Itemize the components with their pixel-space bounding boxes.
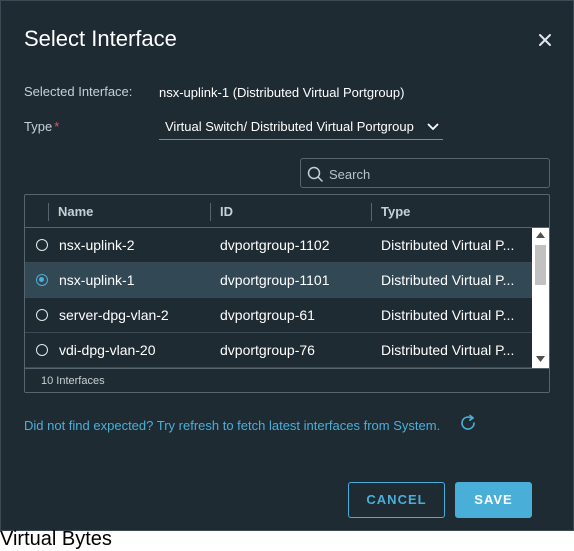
close-icon (539, 34, 551, 46)
row-radio[interactable] (36, 274, 48, 286)
select-interface-dialog: Select Interface Selected Interface: nsx… (0, 0, 574, 531)
cell-name: vdi-dpg-vlan-20 (59, 342, 156, 358)
save-button[interactable]: SAVE (455, 482, 532, 518)
table-row[interactable]: vdi-dpg-vlan-20 dvportgroup-76 Distribut… (25, 333, 532, 368)
selected-interface-label: Selected Interface: (24, 84, 133, 99)
column-separator (371, 203, 372, 221)
cell-type: Distributed Virtual P... (381, 272, 515, 288)
column-separator (48, 203, 49, 221)
cell-name: server-dpg-vlan-2 (59, 307, 169, 323)
cancel-button[interactable]: CANCEL (348, 482, 445, 518)
row-radio[interactable] (36, 309, 48, 321)
watermark-text: Virtual Bytes (0, 528, 112, 550)
scroll-down-arrow-icon (536, 356, 545, 362)
refresh-icon[interactable] (457, 412, 479, 434)
row-radio[interactable] (36, 344, 48, 356)
search-box[interactable] (300, 158, 550, 188)
grid-rows: nsx-uplink-2 dvportgroup-1102 Distribute… (25, 228, 532, 368)
column-header-name[interactable]: Name (58, 204, 93, 219)
cell-name: nsx-uplink-2 (59, 237, 135, 253)
cell-id: dvportgroup-61 (220, 307, 315, 323)
required-mark: * (54, 119, 60, 134)
search-icon (307, 166, 323, 182)
column-separator (210, 203, 211, 221)
scroll-up-arrow-icon (536, 232, 545, 238)
table-row[interactable]: nsx-uplink-1 dvportgroup-1101 Distribute… (25, 263, 532, 298)
cell-name: nsx-uplink-1 (59, 272, 135, 288)
row-radio[interactable] (36, 239, 48, 251)
table-row[interactable]: nsx-uplink-2 dvportgroup-1102 Distribute… (25, 228, 532, 263)
interfaces-grid: Name ID Type nsx-uplink-2 dvportgroup-11… (24, 194, 550, 393)
cell-type: Distributed Virtual P... (381, 342, 515, 358)
type-label: Type * (24, 119, 59, 134)
refresh-hint: Did not find expected? Try refresh to fe… (24, 418, 441, 433)
search-input[interactable] (327, 163, 547, 185)
cell-type: Distributed Virtual P... (381, 307, 515, 323)
type-label-text: Type (24, 119, 53, 134)
grid-scrollbar[interactable] (532, 228, 549, 368)
type-select-value: Virtual Switch/ Distributed Virtual Port… (165, 119, 414, 134)
column-header-type[interactable]: Type (381, 204, 410, 219)
grid-header: Name ID Type (25, 195, 549, 228)
cell-type: Distributed Virtual P... (381, 237, 515, 253)
table-row[interactable]: server-dpg-vlan-2 dvportgroup-61 Distrib… (25, 298, 532, 333)
chevron-down-icon (427, 123, 439, 131)
interface-count: 10 Interfaces (41, 375, 105, 387)
scroll-thumb[interactable] (535, 245, 546, 285)
dialog-title: Select Interface (24, 26, 177, 51)
cell-id: dvportgroup-1101 (220, 272, 330, 288)
column-header-id[interactable]: ID (220, 204, 233, 219)
selected-interface-value: nsx-uplink-1 (Distributed Virtual Portgr… (159, 85, 405, 100)
type-select[interactable]: Virtual Switch/ Distributed Virtual Port… (159, 114, 443, 140)
cell-id: dvportgroup-76 (220, 342, 315, 358)
close-button[interactable] (534, 29, 556, 51)
grid-footer: 10 Interfaces (25, 368, 549, 392)
cell-id: dvportgroup-1102 (220, 237, 330, 253)
